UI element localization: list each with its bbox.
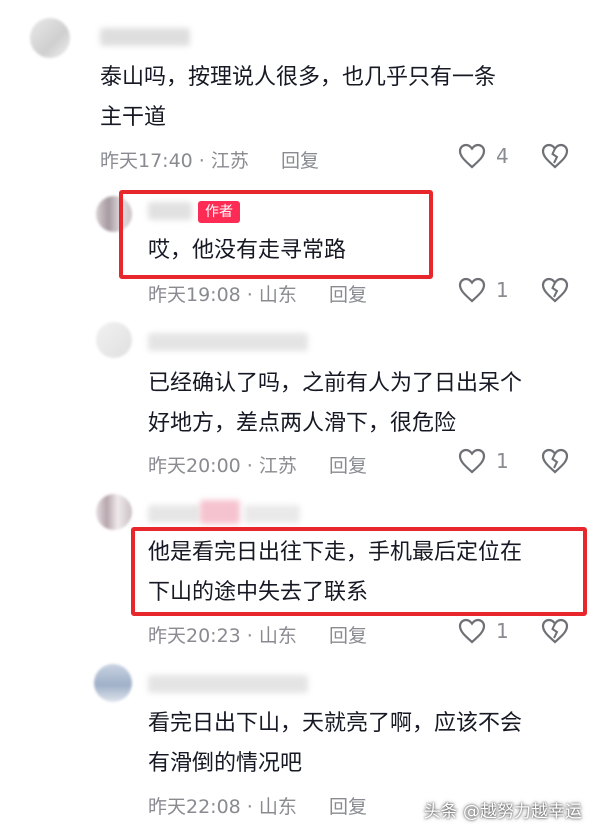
like-count: 4 (496, 144, 509, 168)
avatar[interactable] (94, 664, 132, 702)
comment-list: 泰山吗，按理说人很多，也几乎只有一条 主干道 昨天17:40 · 江苏 回复 4… (0, 0, 600, 832)
like-count: 1 (496, 619, 509, 643)
comment-text: 泰山吗，按理说人很多，也几乎只有一条 主干道 (100, 65, 497, 130)
timestamp: 昨天20:23 (148, 625, 241, 647)
broken-heart-icon[interactable] (541, 143, 569, 169)
like-button[interactable]: 1 (458, 618, 509, 644)
reply-button[interactable]: 回复 (281, 150, 319, 172)
username-blurred[interactable] (148, 333, 308, 351)
heart-outline-icon (458, 618, 486, 644)
like-count: 1 (496, 449, 509, 473)
timestamp: 昨天17:40 (100, 150, 193, 172)
comment-meta: 昨天20:00 · 江苏 回复 (148, 455, 367, 477)
timestamp: 昨天19:08 (148, 284, 241, 306)
username-blurred[interactable] (244, 505, 300, 523)
comment-meta: 昨天17:40 · 江苏 回复 (100, 150, 319, 172)
reply-button[interactable]: 回复 (329, 796, 367, 818)
broken-heart-icon[interactable] (541, 277, 569, 303)
broken-heart-icon[interactable] (541, 448, 569, 474)
location: 山东 (258, 796, 297, 818)
timestamp: 昨天22:08 (148, 796, 241, 818)
timestamp: 昨天20:00 (148, 455, 241, 477)
avatar[interactable] (30, 18, 70, 58)
avatar[interactable] (96, 322, 132, 358)
heart-outline-icon (458, 448, 486, 474)
reply-button[interactable]: 回复 (329, 625, 367, 647)
comment-text: 看完日出下山，天就亮了啊，应该不会 有滑倒的情况吧 (148, 711, 523, 776)
like-button[interactable]: 4 (458, 143, 509, 169)
reply-button[interactable]: 回复 (329, 455, 367, 477)
broken-heart-icon[interactable] (541, 618, 569, 644)
username-blurred[interactable] (100, 28, 190, 46)
heart-outline-icon (458, 277, 486, 303)
highlight-box (119, 190, 433, 279)
username-blurred[interactable] (148, 505, 200, 523)
location: 山东 (258, 284, 297, 306)
avatar[interactable] (96, 494, 132, 530)
comment-meta: 昨天19:08 · 山东 回复 (148, 284, 367, 306)
location: 山东 (258, 625, 297, 647)
highlight-box (131, 527, 587, 616)
username-blurred[interactable] (200, 500, 240, 524)
username-blurred[interactable] (148, 675, 308, 693)
like-count: 1 (496, 278, 509, 302)
location: 江苏 (210, 150, 249, 172)
like-button[interactable]: 1 (458, 277, 509, 303)
like-button[interactable]: 1 (458, 448, 509, 474)
heart-outline-icon (458, 143, 486, 169)
reply-button[interactable]: 回复 (329, 284, 367, 306)
comment-meta: 昨天22:08 · 山东 回复 (148, 796, 367, 818)
watermark: 头条 @越努力越幸运 (423, 802, 582, 822)
location: 江苏 (258, 455, 297, 477)
comment-meta: 昨天20:23 · 山东 回复 (148, 625, 367, 647)
comment-text: 已经确认了吗，之前有人为了日出呆个 好地方，差点两人滑下，很危险 (148, 371, 523, 436)
